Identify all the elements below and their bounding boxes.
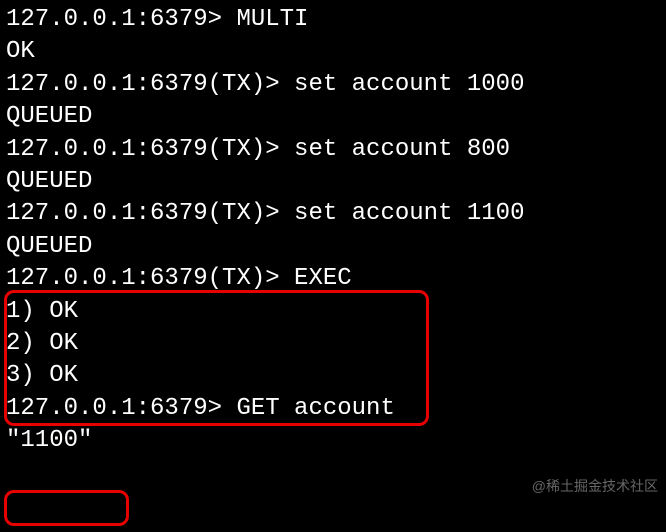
terminal-line: 1) OK <box>6 296 660 328</box>
terminal-line: 127.0.0.1:6379(TX)> set account 800 <box>6 134 660 166</box>
terminal-line: OK <box>6 36 660 68</box>
terminal-line: QUEUED <box>6 166 660 198</box>
terminal-line: "1100" <box>6 425 660 457</box>
terminal-line: 127.0.0.1:6379> GET account <box>6 393 660 425</box>
highlight-result <box>4 490 129 526</box>
terminal-line: QUEUED <box>6 101 660 133</box>
terminal-line: 127.0.0.1:6379(TX)> set account 1100 <box>6 198 660 230</box>
watermark-text: @稀土掘金技术社区 <box>532 477 658 496</box>
terminal-line: 2) OK <box>6 328 660 360</box>
terminal-line: 3) OK <box>6 360 660 392</box>
terminal-line: QUEUED <box>6 231 660 263</box>
terminal-line: 127.0.0.1:6379(TX)> set account 1000 <box>6 69 660 101</box>
terminal-line: 127.0.0.1:6379> MULTI <box>6 4 660 36</box>
terminal-line: 127.0.0.1:6379(TX)> EXEC <box>6 263 660 295</box>
terminal-output: 127.0.0.1:6379> MULTI OK 127.0.0.1:6379(… <box>6 4 660 457</box>
